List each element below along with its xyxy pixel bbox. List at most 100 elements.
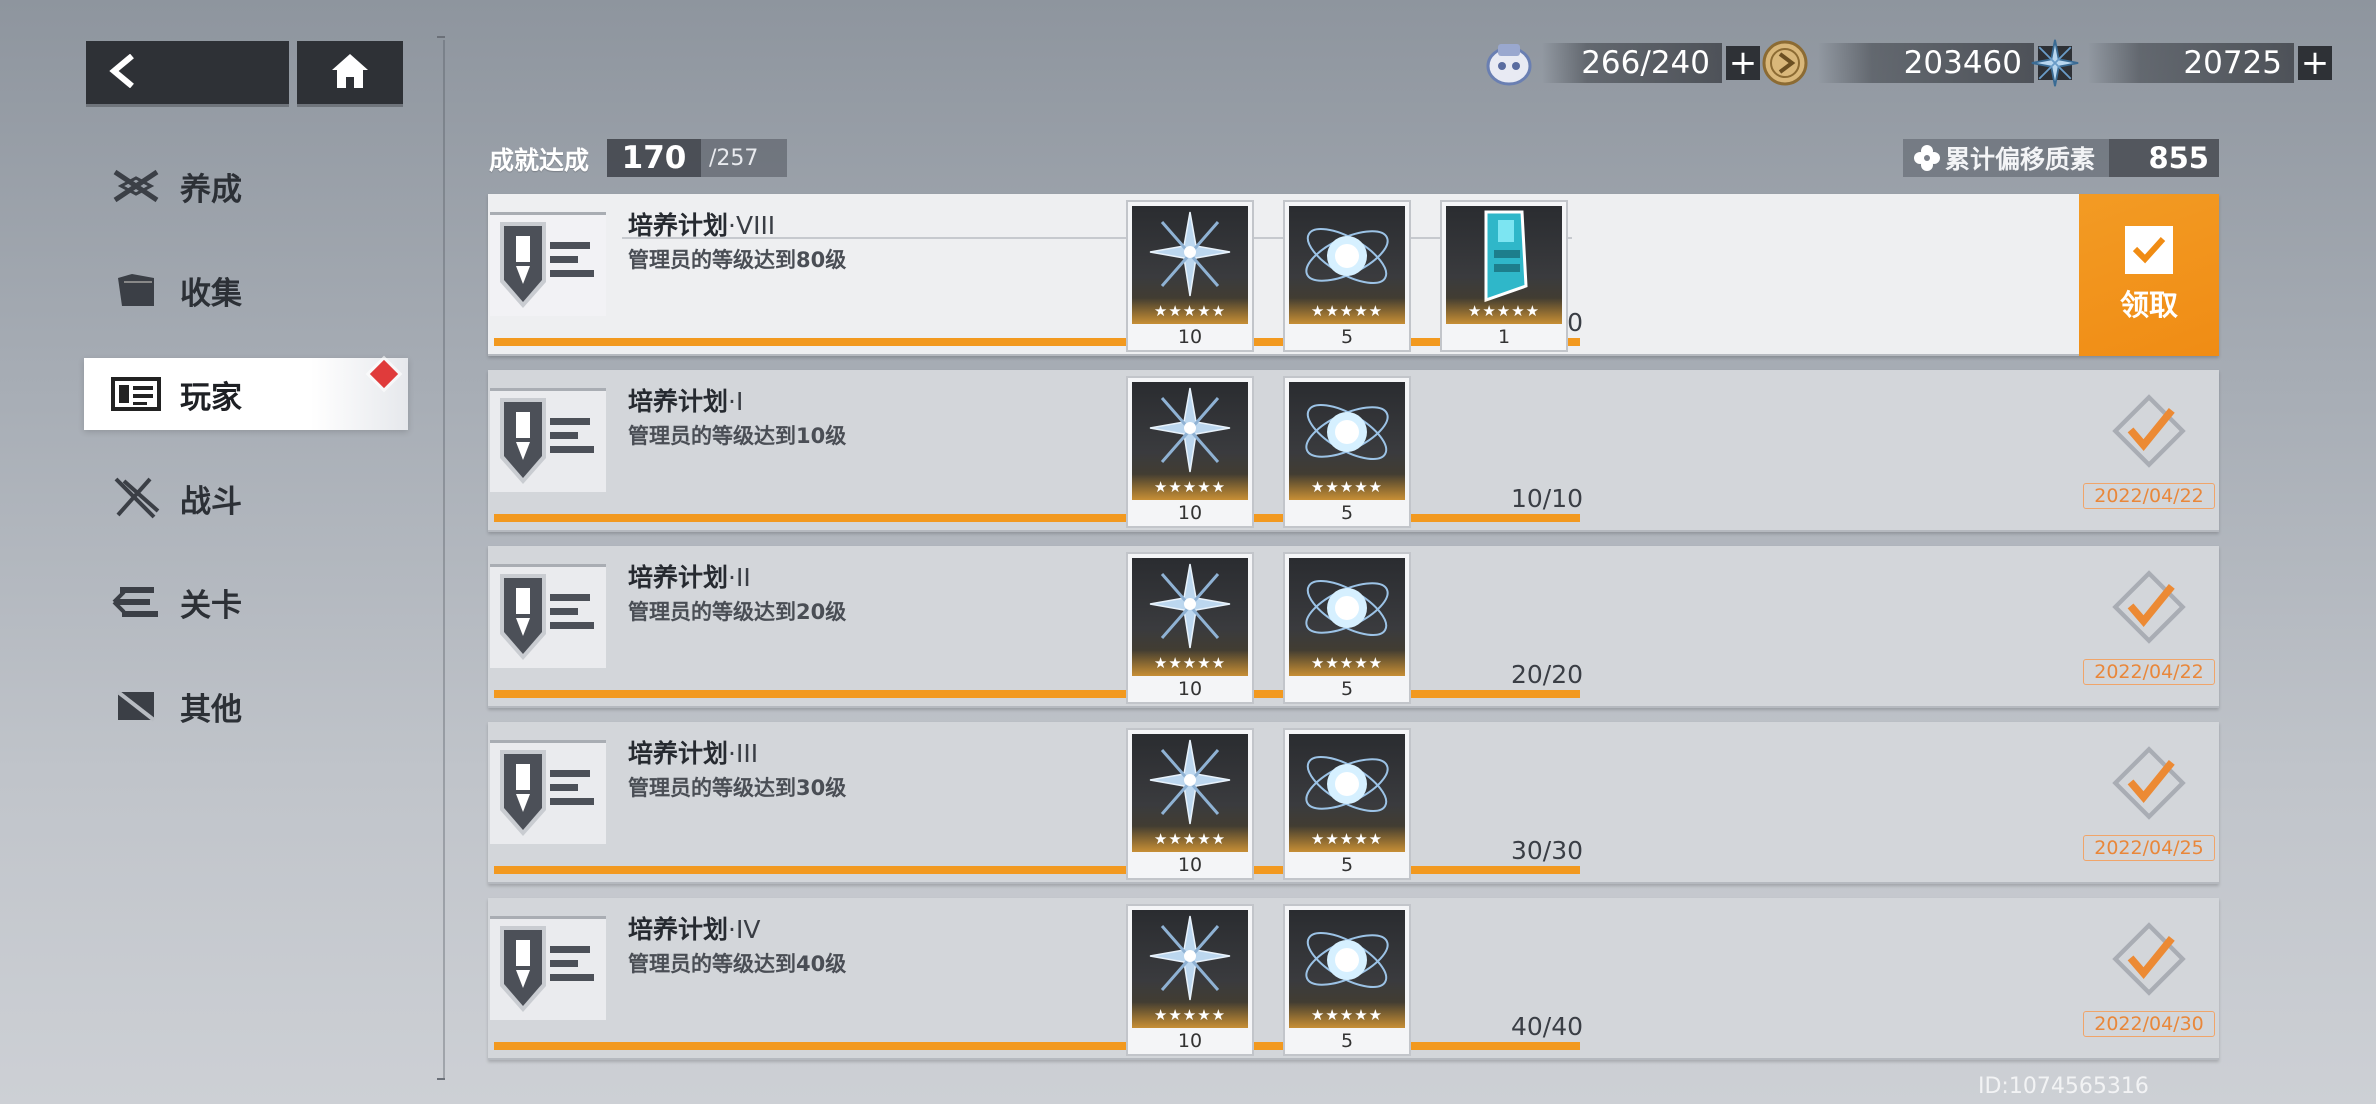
sidebar-item-label: 战斗	[180, 483, 242, 520]
claimed-check-icon	[2111, 393, 2187, 473]
drift-essence-text: 累计偏移质素	[1945, 145, 2096, 174]
back-button[interactable]	[86, 41, 289, 104]
crossed-blades-icon	[110, 163, 162, 209]
reward-item[interactable]: ★★★★★ 10	[1126, 200, 1254, 352]
reward-quantity: 5	[1340, 678, 1354, 700]
sidebar-item-label: 其他	[180, 691, 242, 728]
add-stamina-button[interactable]: +	[1726, 46, 1760, 80]
user-id: ID:1074565316	[1978, 1074, 2149, 1099]
progress-bar-fill	[494, 690, 1580, 698]
reward-item[interactable]: ★★★★★ 10	[1126, 376, 1254, 528]
clover-icon	[1913, 144, 1941, 172]
sidebar-item-label: 玩家	[180, 379, 242, 416]
reward-item[interactable]: ★★★★★ 5	[1283, 200, 1411, 352]
sidebar-item-collection[interactable]: 收集	[84, 254, 408, 326]
crystal-counter: 20725 +	[2030, 38, 2332, 88]
crystal-icon	[2030, 38, 2080, 88]
achievement-tier: ·III	[728, 739, 759, 768]
achievement-row: 培养计划·III 管理员的等级达到30级 30/30 ★★★★★ 10 ★★★★★ 5 202…	[488, 722, 2219, 884]
reward-art: ★★★★★	[1289, 910, 1405, 1028]
sidebar-item-other[interactable]: 其他	[84, 670, 408, 742]
reward-item[interactable]: ★★★★★ 5	[1283, 552, 1411, 704]
id-card-icon	[110, 371, 162, 417]
reward-item[interactable]: ★★★★★ 10	[1126, 904, 1254, 1056]
sidebar-item-battle[interactable]: 战斗	[84, 462, 408, 534]
sidebar-item-stage[interactable]: 关卡	[84, 566, 408, 638]
stamina-counter: 266/240 +	[1484, 40, 1760, 86]
achievement-name: 培养计划	[628, 739, 729, 768]
progress-bar-fill	[494, 338, 1580, 346]
reward-quantity: 10	[1177, 1030, 1203, 1052]
achievement-row: 培养计划·IV 管理员的等级达到40级 40/40 ★★★★★ 10 ★★★★★ 5 2022…	[488, 898, 2219, 1060]
add-crystal-button[interactable]: +	[2298, 46, 2332, 80]
reward-quantity: 10	[1177, 678, 1203, 700]
stamina-value: 266/240	[1542, 43, 1722, 83]
claimed-date: 2022/04/25	[2083, 835, 2215, 861]
crystal-shard-icon	[1149, 739, 1231, 825]
reward-art: ★★★★★	[1289, 558, 1405, 676]
sidebar-item-cultivate[interactable]: 养成	[84, 150, 408, 222]
reward-quantity: 1	[1497, 326, 1511, 348]
claimed-check-icon	[2111, 745, 2187, 825]
home-button[interactable]	[297, 41, 403, 104]
reward-item[interactable]: ★★★★★ 5	[1283, 728, 1411, 880]
claimed-check-icon	[2111, 569, 2187, 649]
reward-item[interactable]: ★★★★★ 5	[1283, 376, 1411, 528]
id-badge-icon	[490, 916, 610, 1022]
folder-icon	[110, 267, 162, 313]
achieved-count: 170	[607, 139, 701, 177]
reward-item[interactable]: ★★★★★ 10	[1126, 728, 1254, 880]
progress-bar-fill	[494, 1042, 1580, 1050]
achievement-description: 管理员的等级达到30级	[628, 776, 847, 800]
claim-label: 领取	[2119, 288, 2178, 322]
achievement-title: 培养计划·II	[628, 558, 751, 594]
divider-tick	[437, 1078, 445, 1080]
rarity-stars: ★★★★★	[1153, 654, 1227, 672]
stamina-icon	[1484, 38, 1534, 88]
achievement-title: 培养计划·I	[628, 382, 743, 418]
crystal-shard-icon	[1149, 915, 1231, 1001]
id-badge-icon	[490, 388, 610, 494]
achievement-count: 170 /257	[607, 139, 787, 177]
reward-art: ★★★★★	[1132, 910, 1248, 1028]
crystal-shard-icon	[1149, 563, 1231, 649]
title-divider	[622, 237, 1572, 239]
home-icon	[330, 52, 370, 94]
coin-value: 203460	[1818, 43, 2034, 83]
energy-orb-icon	[1305, 404, 1389, 460]
drift-essence-value: 855	[2109, 139, 2219, 177]
achievement-title: 培养计划·IV	[628, 910, 760, 946]
reward-quantity: 10	[1177, 502, 1203, 524]
reward-item[interactable]: ★★★★★ 1	[1440, 200, 1568, 352]
category-sidebar: 养成 收集 玩家 战斗 关卡 其他	[84, 150, 408, 774]
divider	[443, 40, 445, 1080]
sidebar-item-player[interactable]: 玩家	[84, 358, 408, 430]
reward-item[interactable]: ★★★★★ 10	[1126, 552, 1254, 704]
progress-bar	[494, 514, 1580, 522]
id-badge-icon	[490, 740, 610, 846]
crystal-shard-icon	[1149, 387, 1231, 473]
rarity-stars: ★★★★★	[1467, 302, 1541, 320]
progress-bar-fill	[494, 514, 1580, 522]
claimed-status: 2022/04/30	[2079, 898, 2219, 1060]
energy-orb-icon	[1305, 228, 1389, 284]
achievement-description: 管理员的等级达到40级	[628, 952, 847, 976]
rarity-stars: ★★★★★	[1310, 302, 1384, 320]
progress-text: 40/40	[1510, 1012, 1583, 1041]
progress-bar-fill	[494, 866, 1580, 874]
reward-quantity: 5	[1340, 854, 1354, 876]
reward-item[interactable]: ★★★★★ 5	[1283, 904, 1411, 1056]
reward-art: ★★★★★	[1289, 382, 1405, 500]
claimed-status: 2022/04/22	[2079, 370, 2219, 532]
claim-button[interactable]: 领取	[2079, 194, 2219, 356]
rarity-stars: ★★★★★	[1153, 302, 1227, 320]
rarity-stars: ★★★★★	[1310, 1006, 1384, 1024]
achievement-tier: ·VIII	[728, 211, 776, 240]
achievement-name: 培养计划	[628, 211, 729, 240]
achievement-tier: ·I	[728, 387, 744, 416]
achievement-row: 培养计划·I 管理员的等级达到10级 10/10 ★★★★★ 10 ★★★★★ 5 2022/…	[488, 370, 2219, 532]
achievement-name: 培养计划	[628, 915, 729, 944]
reward-quantity: 5	[1340, 502, 1354, 524]
crystal-shard-icon	[1149, 211, 1231, 297]
achievement-tier: ·IV	[728, 915, 761, 944]
